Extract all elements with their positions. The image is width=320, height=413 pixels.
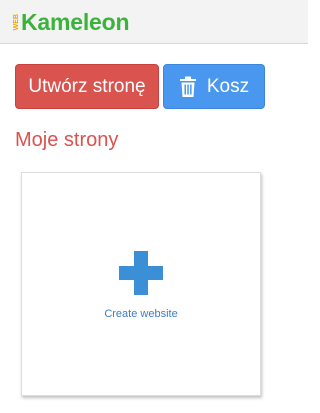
trash-label: Kosz — [206, 75, 250, 97]
create-website-card[interactable]: Create website — [21, 172, 261, 396]
plus-icon — [117, 249, 165, 297]
trash-icon — [179, 76, 197, 98]
top-bar: WEB Kameleon — [0, 0, 308, 44]
create-website-label: Create website — [104, 308, 178, 320]
create-site-button[interactable]: Utwórz stronę — [15, 64, 159, 109]
logo[interactable]: WEB Kameleon — [13, 8, 130, 38]
create-site-label: Utwórz stronę — [28, 75, 146, 97]
page: WEB Kameleon Utwórz stronę Kosz Moje str… — [0, 0, 308, 413]
logo-name: Kameleon — [21, 9, 130, 35]
logo-prefix: WEB — [13, 14, 20, 31]
section-title: Moje strony — [15, 129, 119, 151]
trash-button[interactable]: Kosz — [163, 64, 265, 109]
